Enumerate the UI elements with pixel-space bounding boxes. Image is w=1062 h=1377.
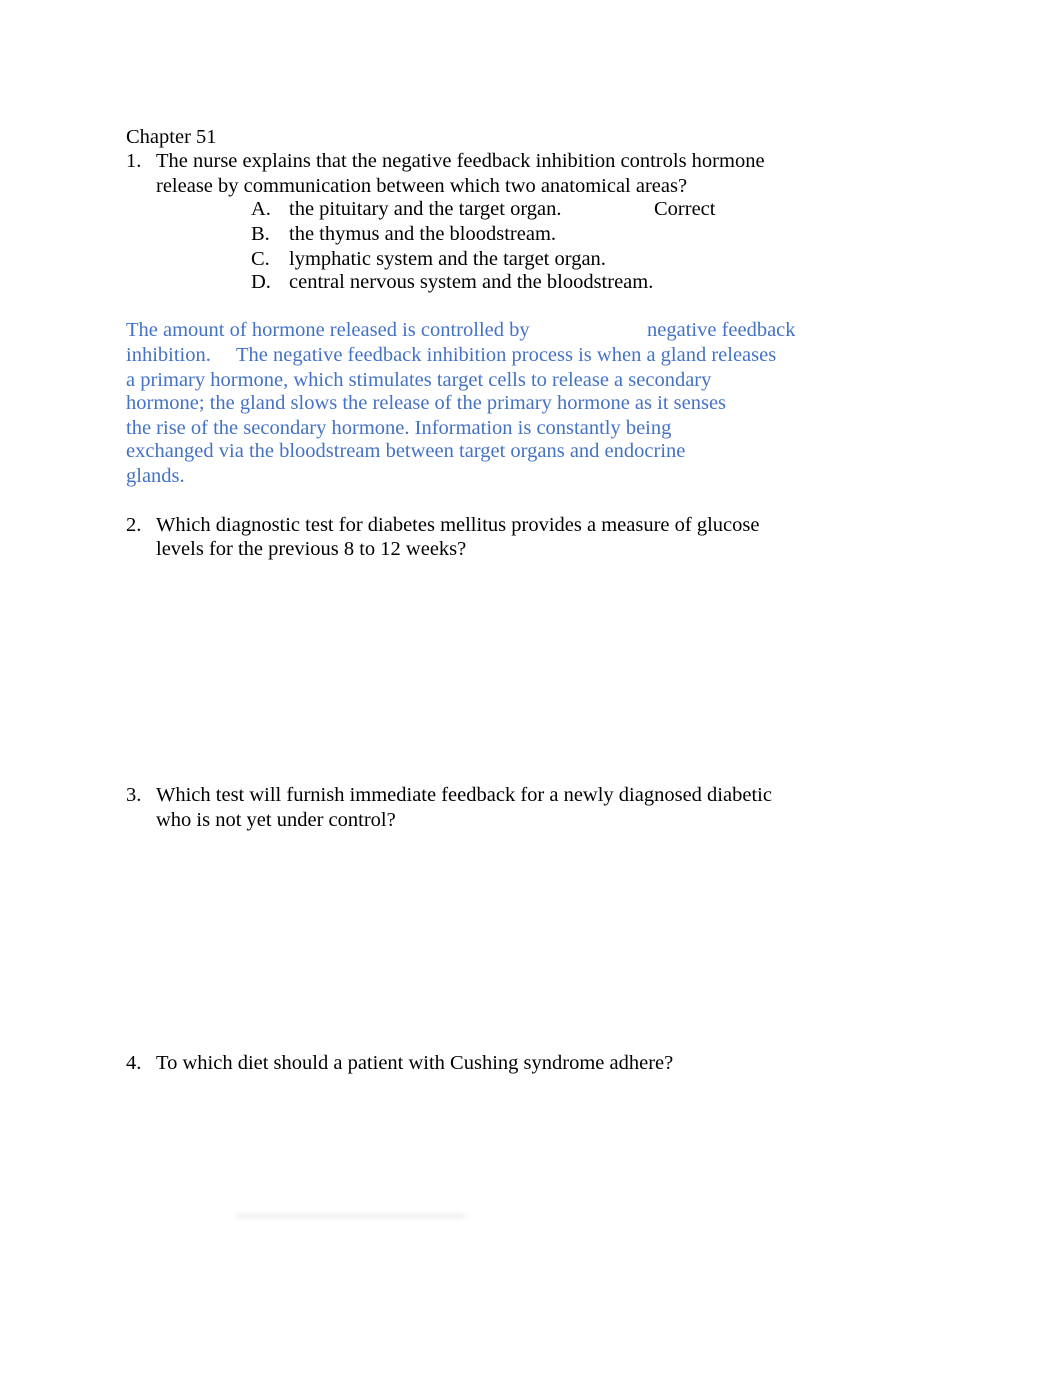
option-text: central nervous system and the bloodstre… (289, 271, 654, 293)
question-number: 4. (126, 1052, 142, 1074)
option-text: lymphatic system and the target organ. (289, 248, 606, 270)
question-text-line: The nurse explains that the negative fee… (156, 150, 765, 172)
question-text-line: levels for the previous 8 to 12 weeks? (156, 538, 467, 560)
explanation-line: exchanged via the bloodstream between ta… (126, 440, 686, 462)
question-number: 1. (126, 150, 142, 172)
option-text: the thymus and the bloodstream. (289, 223, 557, 245)
explanation-line: hormone; the gland slows the release of … (126, 392, 727, 414)
question-text-line: Which test will furnish immediate feedba… (156, 784, 772, 806)
option-text: the pituitary and the target organ. (289, 198, 562, 220)
question-number: 3. (126, 784, 142, 806)
question-text-line: Which diagnostic test for diabetes melli… (156, 514, 760, 536)
explanation-line: glands. (126, 465, 185, 487)
explanation-line: The negative feedback inhibition process… (236, 344, 777, 366)
explanation-line: a primary hormone, which stimulates targ… (126, 369, 712, 391)
question-text-line: To which diet should a patient with Cush… (156, 1052, 674, 1074)
faint-shadow-artifact (235, 1212, 465, 1220)
explanation-line: The amount of hormone released is contro… (126, 319, 530, 341)
question-number: 2. (126, 514, 142, 536)
option-letter: A. (251, 198, 271, 220)
explanation-line: inhibition. (126, 344, 211, 366)
explanation-line: the rise of the secondary hormone. Infor… (126, 417, 672, 439)
option-letter: C. (251, 248, 270, 270)
explanation-line: negative feedback (647, 319, 796, 341)
question-text-line: release by communication between which t… (156, 175, 688, 197)
correct-mark: Correct (654, 198, 716, 220)
chapter-title: Chapter 51 (126, 126, 217, 148)
option-letter: B. (251, 223, 270, 245)
question-text-line: who is not yet under control? (156, 809, 396, 831)
option-letter: D. (251, 271, 271, 293)
